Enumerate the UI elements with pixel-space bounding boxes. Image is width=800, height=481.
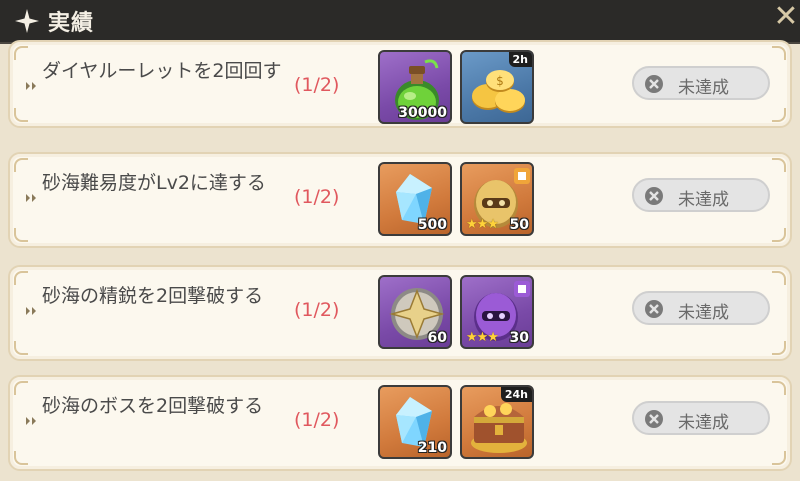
x-circle-icon: [645, 300, 663, 318]
reward-quantity: 500: [417, 217, 447, 233]
frame-corner-ornament: [14, 46, 28, 60]
arrow-bullet-icon: [26, 82, 36, 90]
achievement-list[interactable]: ダイヤルーレットを2回回す (1/2) 30000 $2h 未達成 砂海難易度がLv2に達…: [0, 40, 800, 481]
reward-item[interactable]: 24h: [460, 385, 534, 459]
frame-corner-ornament: [14, 381, 28, 395]
frame-corner-ornament: [772, 341, 786, 355]
frame-corner-ornament: [772, 108, 786, 122]
frame-corner-ornament: [14, 158, 28, 172]
frame-corner-ornament: [14, 341, 28, 355]
incomplete-status-button[interactable]: 未達成: [632, 178, 770, 212]
page-title: 実績: [48, 11, 95, 36]
achievement-row: 砂海の精鋭を2回撃破する (1/2) 60 ★★★ 30 未達成: [8, 265, 792, 361]
frame-corner-ornament: [14, 228, 28, 242]
achievement-description: 砂海難易度がLv2に達する: [42, 172, 266, 194]
reward-quantity: 50: [509, 217, 529, 233]
frame-corner-ornament: [772, 158, 786, 172]
svg-text:$: $: [496, 74, 504, 88]
achievement-description: 砂海のボスを2回撃破する: [42, 395, 264, 417]
frame-corner-ornament: [14, 451, 28, 465]
achievement-row: ダイヤルーレットを2回回す (1/2) 30000 $2h 未達成: [8, 40, 792, 128]
reward-quantity: 30: [509, 330, 529, 346]
sparkle-icon: [15, 9, 39, 33]
achievement-description: 砂海の精鋭を2回撃破する: [42, 285, 264, 307]
reward-item[interactable]: $2h: [460, 50, 534, 124]
achievement-progress: (1/2): [294, 299, 340, 321]
incomplete-status-button[interactable]: 未達成: [632, 401, 770, 435]
reward-quantity: 210: [417, 440, 447, 456]
status-label: 未達成: [678, 78, 729, 98]
achievement-row: 砂海のボスを2回撃破する (1/2) 210 24h 未達成: [8, 375, 792, 471]
achievement-progress: (1/2): [294, 409, 340, 431]
frame-corner-ornament: [772, 46, 786, 60]
achievement-progress: (1/2): [294, 74, 340, 96]
frame-corner-ornament: [772, 271, 786, 285]
achievement-progress: (1/2): [294, 186, 340, 208]
x-circle-icon: [645, 187, 663, 205]
status-label: 未達成: [678, 190, 729, 210]
duration-badge: 24h: [500, 387, 532, 402]
reward-item[interactable]: 60: [378, 275, 452, 349]
achievement-row: 砂海難易度がLv2に達する (1/2) 500 ★★★ 50 未達成: [8, 152, 792, 248]
duration-badge: 2h: [508, 52, 532, 67]
reward-quantity: 30000: [398, 105, 447, 121]
frame-corner-ornament: [772, 381, 786, 395]
rarity-stars: ★★★: [466, 217, 499, 232]
reward-item[interactable]: 210: [378, 385, 452, 459]
top-bar: 実績 ✕: [0, 0, 800, 44]
reward-item[interactable]: 500: [378, 162, 452, 236]
x-circle-icon: [645, 410, 663, 428]
frame-corner-ornament: [772, 451, 786, 465]
arrow-bullet-icon: [26, 194, 36, 202]
frame-corner-ornament: [14, 108, 28, 122]
reward-item[interactable]: ★★★ 50: [460, 162, 534, 236]
status-label: 未達成: [678, 303, 729, 323]
incomplete-status-button[interactable]: 未達成: [632, 66, 770, 100]
status-label: 未達成: [678, 413, 729, 433]
arrow-bullet-icon: [26, 307, 36, 315]
frame-corner-ornament: [772, 228, 786, 242]
incomplete-status-button[interactable]: 未達成: [632, 291, 770, 325]
arrow-bullet-icon: [26, 417, 36, 425]
x-circle-icon: [645, 75, 663, 93]
reward-item[interactable]: 30000: [378, 50, 452, 124]
close-icon[interactable]: ✕: [772, 2, 800, 32]
reward-quantity: 60: [427, 330, 447, 346]
reward-item[interactable]: ★★★ 30: [460, 275, 534, 349]
achievement-description: ダイヤルーレットを2回回す: [42, 60, 282, 82]
frame-corner-ornament: [14, 271, 28, 285]
rarity-stars: ★★★: [466, 330, 499, 345]
